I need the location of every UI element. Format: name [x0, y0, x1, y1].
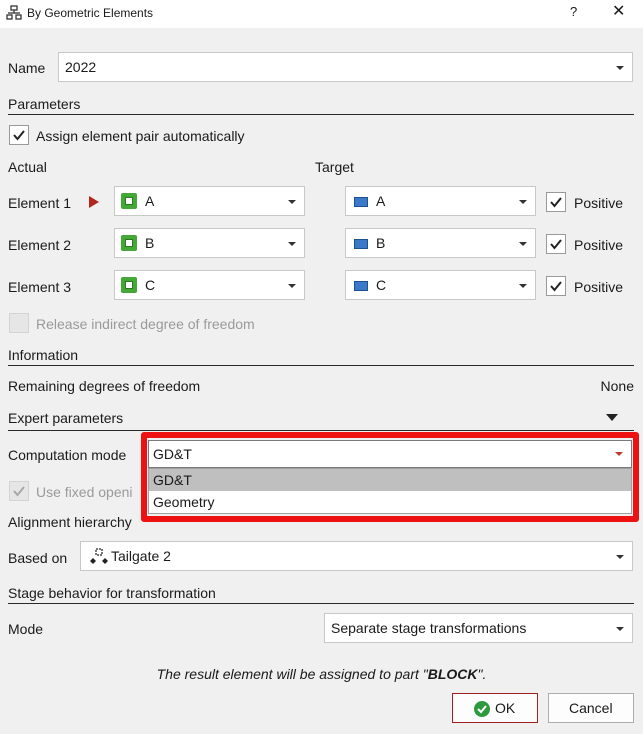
element-2-actual-value: B — [145, 235, 155, 251]
expand-triangle-icon[interactable] — [606, 414, 618, 421]
result-note-prefix: The result element will be assigned to p… — [156, 666, 428, 682]
chevron-down-icon — [519, 200, 527, 204]
pointer-arrow-icon — [89, 196, 99, 208]
element-1-target-combo[interactable]: A — [345, 186, 536, 216]
result-note: The result element will be assigned to p… — [0, 666, 643, 682]
target-element-icon — [354, 239, 368, 249]
checkmark-icon — [550, 281, 562, 292]
element-2-actual-combo[interactable]: B — [114, 228, 305, 258]
element-2-positive-label: Positive — [574, 237, 624, 253]
element-1-actual-value: A — [145, 193, 155, 209]
element-3-actual-combo[interactable]: C — [114, 270, 305, 300]
element-1-label: Element 1 — [8, 195, 72, 211]
ok-button[interactable]: OK — [452, 693, 538, 723]
remaining-dof-value: None — [600, 378, 634, 394]
mode-value: Separate stage transformations — [331, 620, 527, 636]
element-1-target-value: A — [376, 193, 386, 209]
help-button[interactable]: ? — [570, 4, 577, 19]
mode-label: Mode — [8, 621, 44, 637]
result-note-part: BLOCK — [427, 666, 478, 682]
actual-element-icon — [121, 193, 137, 209]
chevron-down-icon — [616, 555, 624, 559]
result-note-suffix: ". — [477, 666, 487, 682]
element-1-positive-label: Positive — [574, 195, 624, 211]
chevron-down-icon — [519, 242, 527, 246]
parameters-section-label: Parameters — [8, 96, 81, 112]
chevron-down-icon — [288, 200, 296, 204]
target-element-icon — [354, 281, 368, 291]
align-icon — [6, 5, 22, 20]
cancel-button[interactable]: Cancel — [548, 693, 634, 723]
element-2-positive-checkbox[interactable] — [546, 234, 566, 254]
actual-header: Actual — [8, 159, 47, 175]
element-2-target-value: B — [376, 235, 386, 251]
window-title: By Geometric Elements — [27, 6, 154, 20]
target-element-icon — [354, 197, 368, 207]
assign-auto-checkbox[interactable] — [9, 125, 29, 145]
element-3-target-combo[interactable]: C — [345, 270, 536, 300]
based-on-value: Tailgate 2 — [111, 548, 171, 564]
information-divider — [8, 365, 634, 366]
cancel-label: Cancel — [569, 700, 613, 716]
release-indirect-checkbox[interactable] — [9, 313, 29, 333]
computation-mode-label: Computation mode — [8, 447, 127, 463]
based-on-label: Based on — [8, 550, 68, 566]
name-value: 2022 — [65, 59, 97, 75]
release-indirect-label: Release indirect degree of freedom — [36, 316, 255, 332]
element-3-label: Element 3 — [8, 279, 72, 295]
close-button[interactable]: ✕ — [612, 1, 625, 21]
chevron-down-icon — [616, 627, 624, 631]
use-fixed-label: Use fixed openi — [36, 484, 133, 500]
expert-section-label[interactable]: Expert parameters — [8, 410, 123, 426]
checkmark-icon — [13, 130, 25, 141]
actual-element-icon — [121, 277, 137, 293]
information-section-label: Information — [8, 347, 79, 363]
checkmark-icon — [13, 486, 25, 497]
alignment-icon — [90, 548, 108, 564]
element-2-target-combo[interactable]: B — [345, 228, 536, 258]
checkmark-icon — [550, 197, 562, 208]
element-3-actual-value: C — [145, 277, 156, 293]
remaining-dof-label: Remaining degrees of freedom — [8, 378, 201, 394]
chevron-down-icon — [616, 66, 624, 70]
assign-auto-label: Assign element pair automatically — [36, 128, 245, 144]
title-bar: By Geometric Elements ? ✕ — [0, 0, 643, 28]
element-3-positive-checkbox[interactable] — [546, 276, 566, 296]
element-3-positive-label: Positive — [574, 279, 624, 295]
element-1-positive-checkbox[interactable] — [546, 192, 566, 212]
alignment-section-label: Alignment hierarchy — [8, 514, 132, 530]
chevron-down-icon — [288, 242, 296, 246]
chevron-down-icon — [519, 284, 527, 288]
use-fixed-checkbox[interactable] — [9, 481, 29, 501]
highlight-annotation — [141, 432, 639, 522]
element-2-label: Element 2 — [8, 237, 72, 253]
mode-combo[interactable]: Separate stage transformations — [324, 613, 633, 643]
target-header: Target — [315, 159, 354, 175]
stage-section-label: Stage behavior for transformation — [8, 585, 216, 601]
chevron-down-icon — [288, 284, 296, 288]
expert-divider — [8, 430, 634, 431]
name-label: Name — [8, 60, 46, 76]
stage-divider — [8, 603, 634, 604]
actual-element-icon — [121, 235, 137, 251]
element-3-target-value: C — [376, 277, 387, 293]
parameters-divider — [8, 114, 634, 115]
check-circle-icon — [474, 701, 490, 717]
element-1-actual-combo[interactable]: A — [114, 186, 305, 216]
checkmark-icon — [550, 239, 562, 250]
based-on-combo[interactable]: Tailgate 2 — [80, 541, 633, 571]
ok-label: OK — [495, 700, 516, 716]
name-combo[interactable]: 2022 — [58, 52, 633, 82]
